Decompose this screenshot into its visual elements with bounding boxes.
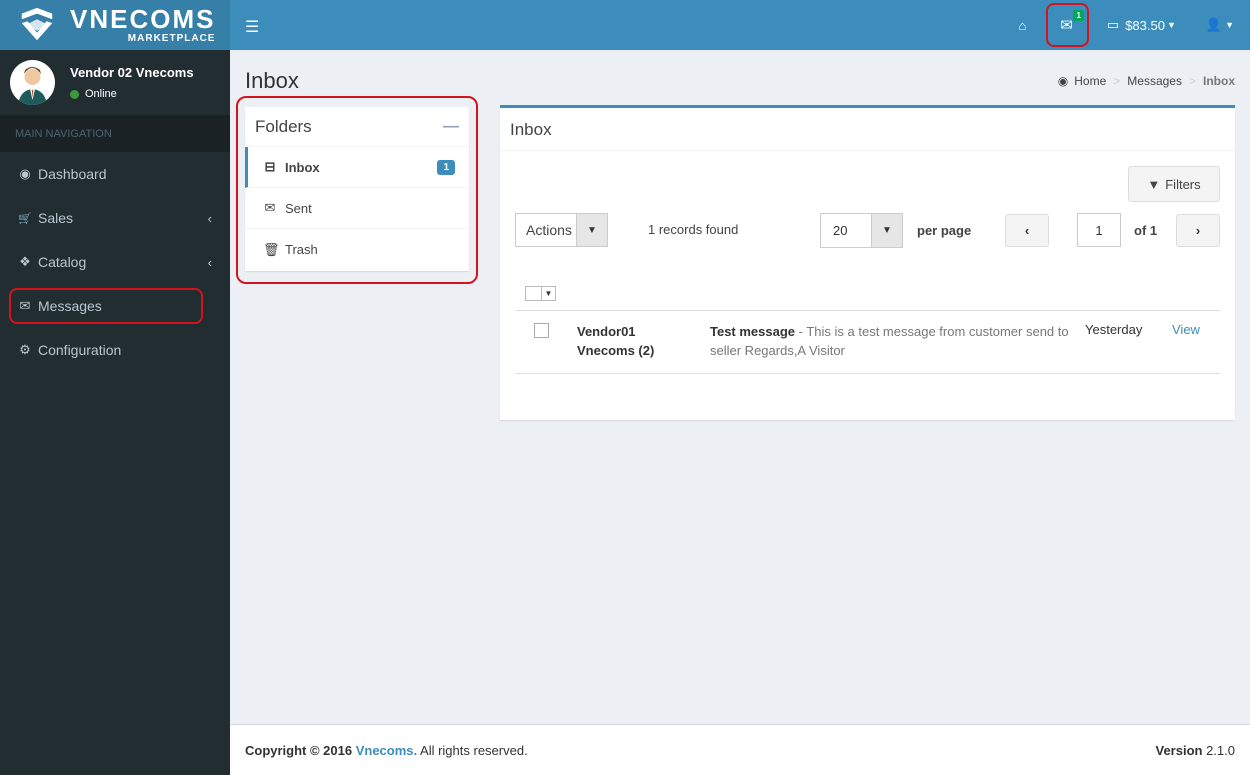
sidebar-item-catalog[interactable]: ❖ Catalog ‹ [0, 240, 230, 284]
page-title: Inbox [245, 68, 299, 93]
chevron-left-icon: ‹ [207, 254, 212, 270]
chevron-left-icon: ‹ [1024, 223, 1030, 238]
cart-icon: 🛒 [18, 212, 32, 225]
next-page-button[interactable]: › [1176, 214, 1220, 247]
inbox-box: Inbox ▼ Filters Actions ▼ 1 records found … [500, 105, 1235, 420]
breadcrumb-home[interactable]: Home [1074, 74, 1106, 88]
user-status: Online [70, 88, 194, 100]
user-icon: 👤 [1205, 17, 1223, 32]
caret-down-icon: ▼ [576, 214, 607, 246]
dashboard-icon: ◉ [19, 166, 31, 181]
messages-highlight [9, 288, 203, 324]
chevron-left-icon: ‹ [207, 210, 212, 226]
dashboard-icon: ◉ [1057, 74, 1069, 88]
chevron-right-icon: › [1195, 223, 1201, 238]
sidebar-item-configuration[interactable]: ⚙ Configuration [0, 328, 230, 372]
message-date: Yesterday [1085, 322, 1143, 337]
row-checkbox[interactable] [534, 323, 549, 338]
avatar [10, 60, 55, 105]
message-sender: Vendor01 Vnecoms (2) [577, 324, 655, 358]
brand-logo[interactable]: VNECOMS MARKETPLACE [0, 0, 230, 50]
per-page-label: per page [917, 223, 972, 238]
version: Version 2.1.0 [1155, 742, 1236, 758]
caret-down-icon: ▼ [1166, 20, 1176, 30]
menu-toggle-icon[interactable]: ☰ [245, 17, 259, 37]
copyright: Copyright © 2016 Vnecoms. All rights res… [245, 742, 528, 758]
breadcrumb-current: Inbox [1203, 74, 1235, 88]
vnecoms-logo-icon [21, 7, 53, 41]
per-page-select[interactable]: 20 ▼ [820, 213, 903, 248]
footer: Copyright © 2016 Vnecoms. All rights res… [230, 724, 1250, 775]
breadcrumb: ◉ Home > Messages > Inbox [1057, 74, 1235, 88]
sidebar-item-dashboard[interactable]: ◉ Dashboard [0, 152, 230, 196]
company-link[interactable]: Vnecoms. [356, 743, 417, 758]
prev-page-button[interactable]: ‹ [1005, 214, 1049, 247]
select-all-checkbox[interactable] [526, 287, 542, 300]
message-row[interactable]: Vendor01 Vnecoms (2) Test message - This … [515, 310, 1220, 374]
inbox-box-title: Inbox [500, 108, 1235, 151]
sidebar-item-sales[interactable]: 🛒 Sales ‹ [0, 196, 230, 240]
filters-button[interactable]: ▼ Filters [1128, 166, 1220, 202]
page-input[interactable]: 1 [1077, 213, 1121, 247]
caret-down-icon: ▼ [871, 214, 902, 247]
records-count: 1 records found [648, 222, 739, 237]
top-header: ☰ ⌂ ✉ 1 ▭ $83.50 ▼ 👤 ▼ [230, 0, 1250, 50]
message-subject[interactable]: Test message - This is a test message fr… [710, 322, 1070, 360]
actions-select[interactable]: Actions ▼ [515, 213, 608, 247]
home-icon: ⌂ [1018, 17, 1027, 33]
home-link[interactable]: ⌂ [1004, 0, 1040, 50]
caret-down-icon: ▼ [544, 289, 553, 298]
user-name: Vendor 02 Vnecoms [70, 65, 194, 80]
sidebar: VNECOMS MARKETPLACE Vendor 02 Vnecoms On… [0, 0, 230, 775]
online-dot-icon [70, 89, 79, 99]
credit-card-icon: ▭ [1106, 17, 1120, 32]
user-menu[interactable]: 👤 ▼ [1190, 0, 1250, 50]
breadcrumb-messages[interactable]: Messages [1127, 74, 1182, 88]
caret-down-icon: ▼ [1225, 20, 1234, 30]
view-link[interactable]: View [1172, 322, 1200, 337]
select-all-dropdown[interactable]: ▼ [525, 286, 556, 301]
header-nav: ⌂ ✉ 1 ▭ $83.50 ▼ 👤 ▼ [1004, 0, 1250, 50]
brand-sub: MARKETPLACE [127, 33, 216, 44]
mail-highlight [1046, 3, 1089, 47]
brand-name: VNECOMS [70, 4, 216, 34]
total-pages: of 1 [1134, 223, 1158, 238]
balance-menu[interactable]: ▭ $83.50 ▼ [1093, 0, 1190, 50]
cubes-icon: ❖ [19, 254, 31, 269]
gear-icon: ⚙ [19, 342, 31, 357]
user-panel: Vendor 02 Vnecoms Online [0, 50, 230, 115]
folders-highlight [236, 96, 478, 284]
nav-header: MAIN NAVIGATION [0, 115, 230, 152]
filter-icon: ▼ [1147, 176, 1161, 192]
